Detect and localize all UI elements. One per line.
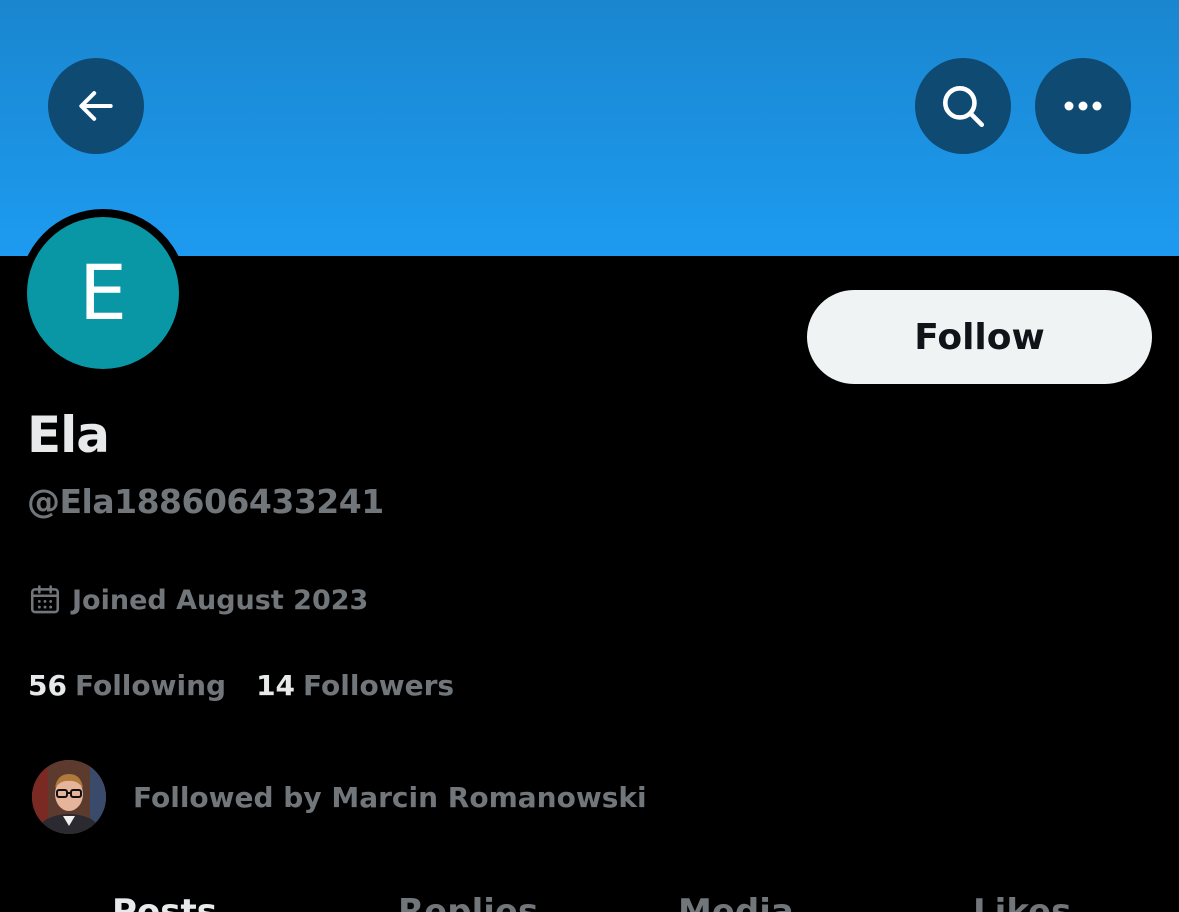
follow-stats: 56 Following 14 Followers [28, 664, 454, 706]
more-horizontal-icon [1061, 98, 1105, 114]
follow-button[interactable]: Follow [807, 290, 1152, 384]
tab-posts[interactable]: Posts [112, 890, 217, 912]
profile-tabs: Posts Replies Media Likes [0, 890, 1179, 912]
profile-page: E Follow Ela @Ela188606433241 Joined Aug… [0, 0, 1179, 912]
follower-avatar[interactable] [32, 760, 106, 834]
user-handle: @Ela188606433241 [27, 482, 384, 521]
following-link[interactable]: 56 Following [28, 669, 226, 702]
followers-count: 14 [256, 668, 296, 702]
more-options-button[interactable] [1035, 58, 1131, 154]
followed-by-text: Followed by Marcin Romanowski [133, 780, 647, 814]
followed-by-row[interactable]: Followed by Marcin Romanowski [32, 760, 647, 834]
followers-link[interactable]: 14 Followers [256, 669, 454, 702]
search-button[interactable] [915, 58, 1011, 154]
following-label: Following [74, 668, 227, 702]
tab-media[interactable]: Media [678, 890, 794, 912]
avatar-ring: E [19, 209, 187, 377]
calendar-icon [28, 583, 62, 617]
following-count: 56 [28, 668, 67, 702]
followers-label: Followers [303, 668, 455, 702]
display-name: Ela [27, 406, 110, 464]
avatar-letter: E [78, 248, 128, 337]
back-button[interactable] [48, 58, 144, 154]
tab-likes[interactable]: Likes [973, 890, 1071, 912]
join-date-text: Joined August 2023 [72, 584, 369, 616]
avatar[interactable]: E [27, 217, 179, 369]
tab-replies[interactable]: Replies [398, 890, 538, 912]
join-date: Joined August 2023 [28, 580, 368, 620]
arrow-left-icon [74, 84, 118, 128]
search-icon [938, 81, 988, 131]
